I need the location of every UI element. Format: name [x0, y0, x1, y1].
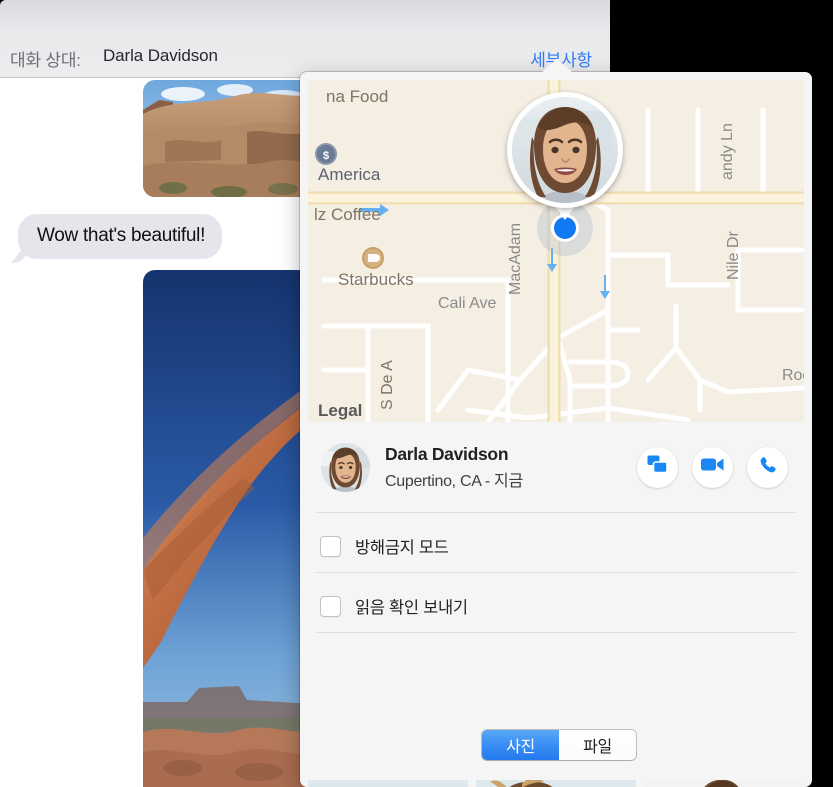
contact-name: Darla Davidson — [385, 444, 637, 465]
location-map[interactable]: $ na Food America lz Coffee Starbucks Ca… — [308, 80, 804, 422]
audio-call-button[interactable] — [747, 447, 788, 488]
svg-text:Starbucks: Starbucks — [338, 270, 414, 289]
conversation-contact-name: Darla Davidson — [103, 46, 218, 66]
divider-1 — [316, 512, 796, 513]
thumbnail-1[interactable] — [308, 780, 468, 787]
svg-text:andy Ln: andy Ln — [719, 123, 736, 180]
details-popover: $ na Food America lz Coffee Starbucks Ca… — [300, 72, 812, 787]
option-label-read-receipts: 읽음 확인 보내기 — [355, 594, 468, 618]
video-call-button[interactable] — [692, 447, 733, 488]
svg-text:Legal: Legal — [318, 401, 362, 420]
contact-row: Darla Davidson Cupertino, CA - 지금 — [308, 434, 804, 500]
video-camera-icon — [701, 457, 724, 477]
screen-share-icon — [647, 455, 668, 479]
attachment-thumbnails — [308, 780, 804, 787]
contact-status: Cupertino, CA - 지금 — [385, 467, 637, 491]
checkbox-read-receipts[interactable] — [320, 596, 341, 617]
svg-text:MacAdam: MacAdam — [507, 223, 524, 295]
contact-avatar — [321, 443, 370, 492]
svg-text:S De A: S De A — [379, 360, 396, 410]
photo-attachment-arch[interactable] — [143, 270, 313, 787]
svg-text:lz Coffee: lz Coffee — [314, 205, 381, 224]
message-bubble: Wow that's beautiful! — [18, 214, 222, 259]
svg-text:Nile Dr: Nile Dr — [725, 230, 742, 280]
option-label-do-not-disturb: 방해금지 모드 — [355, 534, 449, 558]
svg-text:$: $ — [323, 150, 329, 162]
screenshot-root: 대화 상대: Darla Davidson 세부사항 — [0, 0, 833, 787]
phone-icon — [759, 456, 777, 479]
divider-3 — [316, 632, 796, 633]
screen-share-button[interactable] — [637, 447, 678, 488]
thumbnail-2[interactable] — [476, 780, 636, 787]
option-row-read-receipts[interactable]: 읽음 확인 보내기 — [308, 576, 804, 636]
tab-files[interactable]: 파일 — [559, 730, 636, 760]
tab-photos[interactable]: 사진 — [482, 730, 559, 760]
contact-actions — [637, 447, 788, 488]
messages-toolbar: 대화 상대: Darla Davidson 세부사항 — [0, 0, 610, 78]
attachments-segmented-control: 사진 파일 — [482, 730, 636, 760]
checkbox-do-not-disturb[interactable] — [320, 536, 341, 557]
photo-attachment-canyon[interactable] — [143, 80, 313, 197]
svg-text:America: America — [318, 165, 381, 184]
divider-2 — [316, 572, 796, 573]
svg-text:Cali Ave: Cali Ave — [438, 295, 497, 312]
svg-text:Rod: Rod — [782, 367, 804, 384]
option-row-do-not-disturb[interactable]: 방해금지 모드 — [308, 516, 804, 576]
contact-text: Darla Davidson Cupertino, CA - 지금 — [385, 444, 637, 491]
conversation-with-label: 대화 상대: — [10, 46, 81, 71]
thumbnail-3[interactable] — [644, 780, 804, 787]
svg-text:na Food: na Food — [326, 87, 388, 106]
